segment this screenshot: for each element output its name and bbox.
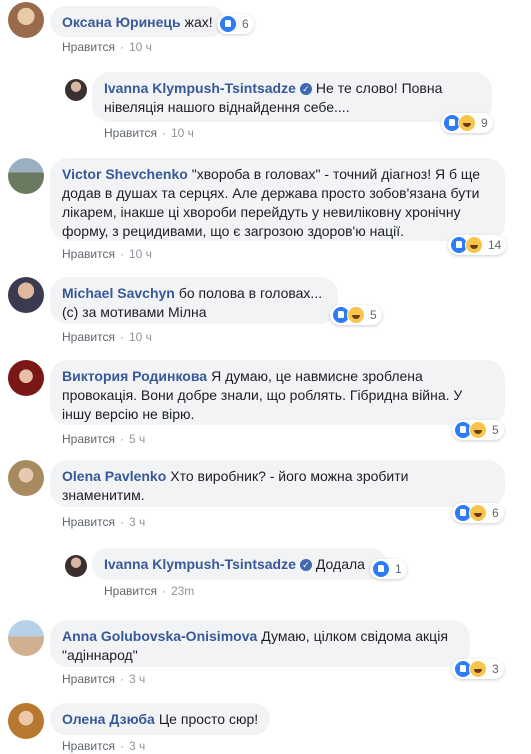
haha-reaction-icon — [469, 504, 487, 522]
like-reaction-icon — [219, 15, 237, 33]
avatar[interactable] — [8, 360, 44, 396]
reactions-summary[interactable]: 6 — [217, 14, 254, 34]
comment-actions: Нравится · 10 ч — [104, 126, 194, 140]
comment-actions: Нравится · 3 ч — [62, 672, 146, 686]
comment-actions: Нравится · 10 ч — [62, 247, 152, 261]
like-button[interactable]: Нравится — [62, 672, 115, 686]
comment-bubble: Виктория Родинкова Я думаю, це навмисне з… — [50, 360, 505, 425]
like-button[interactable]: Нравится — [62, 515, 115, 529]
comment-text: Це просто сюр! — [158, 711, 259, 727]
comment-bubble: Оксана Юринець жах! — [50, 6, 225, 37]
avatar[interactable] — [8, 2, 44, 38]
comment-time[interactable]: 3 ч — [129, 515, 145, 529]
haha-reaction-icon — [347, 306, 365, 324]
reactions-summary[interactable]: 1 — [370, 559, 407, 579]
avatar[interactable] — [65, 79, 87, 101]
like-button[interactable]: Нравится — [62, 432, 115, 446]
avatar[interactable] — [8, 703, 44, 739]
reactions-summary[interactable]: 5 — [452, 420, 504, 440]
comment-actions: Нравится · 10 ч — [62, 40, 152, 54]
like-reaction-icon — [372, 560, 390, 578]
comment-bubble: Olena Pavlenko Хто виробник? - його можна… — [50, 460, 505, 507]
haha-reaction-icon — [469, 660, 487, 678]
comment-author[interactable]: Оксана Юринець — [62, 14, 181, 30]
comment-text: Додала — [315, 556, 365, 572]
comment-bubble: Victor Shevchenko "хвороба в головах" - т… — [50, 158, 505, 241]
reactions-summary[interactable]: 14 — [448, 235, 507, 255]
like-button[interactable]: Нравится — [62, 247, 115, 261]
comment-bubble: Ivanna Klympush-Tsintsadze ✓ Додала — [92, 548, 387, 580]
reaction-count: 5 — [370, 308, 377, 322]
reaction-count: 6 — [242, 17, 249, 31]
comment-time[interactable]: 5 ч — [129, 432, 145, 446]
avatar[interactable] — [65, 555, 87, 577]
verified-badge-icon: ✓ — [299, 83, 312, 95]
reaction-count: 14 — [488, 238, 502, 252]
comment-text: жах! — [184, 14, 213, 30]
reaction-count: 5 — [492, 423, 499, 437]
comment-author[interactable]: Victor Shevchenko — [62, 166, 188, 182]
haha-reaction-icon — [465, 236, 483, 254]
like-button[interactable]: Нравится — [62, 330, 115, 344]
comment-author[interactable]: Ivanna Klympush-Tsintsadze — [104, 80, 296, 96]
comment-author[interactable]: Michael Savchyn — [62, 285, 175, 301]
comment-actions: Нравится · 10 ч — [62, 330, 152, 344]
comment-author[interactable]: Виктория Родинкова — [62, 368, 207, 384]
avatar[interactable] — [8, 460, 44, 496]
comment-actions: Нравится · 23m — [104, 584, 195, 598]
avatar[interactable] — [8, 620, 44, 656]
comment-bubble: Ivanna Klympush-Tsintsadze ✓ Не те слово! … — [92, 72, 492, 122]
like-button[interactable]: Нравится — [104, 126, 157, 140]
comment-time[interactable]: 10 ч — [171, 126, 194, 140]
verified-badge-icon: ✓ — [299, 559, 312, 571]
reaction-count: 9 — [481, 116, 488, 130]
comment-author[interactable]: Ivanna Klympush-Tsintsadze — [104, 556, 296, 572]
reactions-summary[interactable]: 9 — [441, 113, 493, 133]
reactions-summary[interactable]: 3 — [452, 659, 504, 679]
comment-actions: Нравится · 5 ч — [62, 432, 146, 446]
reactions-summary[interactable]: 5 — [330, 305, 382, 325]
avatar[interactable] — [8, 277, 44, 313]
reaction-count: 6 — [492, 506, 499, 520]
comment-actions: Нравится · 3 ч — [62, 515, 146, 529]
comment-time[interactable]: 3 ч — [129, 739, 145, 753]
comment-time[interactable]: 10 ч — [129, 40, 152, 54]
comment-time[interactable]: 10 ч — [129, 247, 152, 261]
like-button[interactable]: Нравится — [104, 584, 157, 598]
comment-bubble: Олена Дзюба Це просто сюр! — [50, 703, 271, 735]
reactions-summary[interactable]: 6 — [452, 503, 504, 523]
reaction-count: 3 — [492, 662, 499, 676]
reaction-count: 1 — [395, 562, 402, 576]
haha-reaction-icon — [469, 421, 487, 439]
comment-author[interactable]: Олена Дзюба — [62, 711, 155, 727]
comment-time[interactable]: 3 ч — [129, 672, 145, 686]
comment-time[interactable]: 23m — [171, 584, 194, 598]
comment-actions: Нравится · 3 ч — [62, 739, 146, 753]
comment-bubble: Anna Golubovska-Onisimova Думаю, цілком с… — [50, 620, 470, 667]
like-button[interactable]: Нравится — [62, 40, 115, 54]
comment-time[interactable]: 10 ч — [129, 330, 152, 344]
haha-reaction-icon — [458, 114, 476, 132]
comment-bubble: Michael Savchyn бо полова в головах... (с… — [50, 277, 338, 324]
comment-author[interactable]: Olena Pavlenko — [62, 468, 166, 484]
like-button[interactable]: Нравится — [62, 739, 115, 753]
avatar[interactable] — [8, 158, 44, 194]
comment-author[interactable]: Anna Golubovska-Onisimova — [62, 628, 257, 644]
